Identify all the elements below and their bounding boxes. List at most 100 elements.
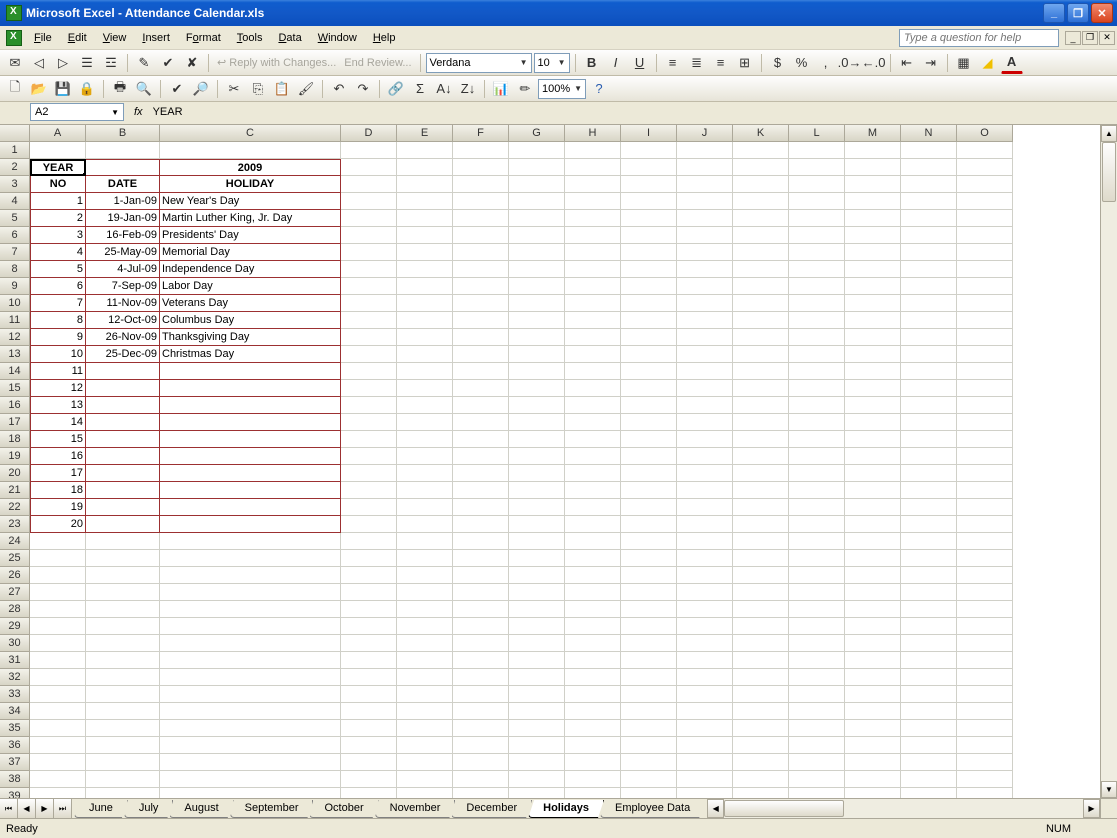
cell-L25[interactable]	[789, 550, 845, 567]
menu-insert[interactable]: Insert	[134, 29, 178, 47]
cell-B8[interactable]: 4-Jul-09	[86, 261, 160, 278]
cell-I18[interactable]	[621, 431, 677, 448]
cell-O24[interactable]	[957, 533, 1013, 550]
cell-K19[interactable]	[733, 448, 789, 465]
cell-O7[interactable]	[957, 244, 1013, 261]
cell-A31[interactable]	[30, 652, 86, 669]
cell-D39[interactable]	[341, 788, 397, 798]
cell-A12[interactable]: 9	[30, 329, 86, 346]
cell-H1[interactable]	[565, 142, 621, 159]
cell-B18[interactable]	[86, 431, 160, 448]
cell-O29[interactable]	[957, 618, 1013, 635]
cell-M21[interactable]	[845, 482, 901, 499]
cell-M26[interactable]	[845, 567, 901, 584]
cell-J31[interactable]	[677, 652, 733, 669]
cell-A23[interactable]: 20	[30, 516, 86, 533]
cell-H6[interactable]	[565, 227, 621, 244]
cell-A13[interactable]: 10	[30, 346, 86, 363]
cell-J12[interactable]	[677, 329, 733, 346]
cell-N6[interactable]	[901, 227, 957, 244]
cell-D36[interactable]	[341, 737, 397, 754]
cell-F38[interactable]	[453, 771, 509, 788]
cell-J23[interactable]	[677, 516, 733, 533]
row-header-24[interactable]: 24	[0, 533, 30, 550]
cell-I5[interactable]	[621, 210, 677, 227]
cell-J26[interactable]	[677, 567, 733, 584]
open-file-icon[interactable]: 📂	[28, 78, 50, 100]
cell-I37[interactable]	[621, 754, 677, 771]
cell-N30[interactable]	[901, 635, 957, 652]
cell-H22[interactable]	[565, 499, 621, 516]
cell-A11[interactable]: 8	[30, 312, 86, 329]
align-center-button[interactable]: ≣	[686, 52, 708, 74]
cell-G36[interactable]	[509, 737, 565, 754]
cell-K25[interactable]	[733, 550, 789, 567]
cell-E25[interactable]	[397, 550, 453, 567]
cell-D25[interactable]	[341, 550, 397, 567]
cell-C3[interactable]: HOLIDAY	[160, 176, 341, 193]
cell-N33[interactable]	[901, 686, 957, 703]
cell-L11[interactable]	[789, 312, 845, 329]
cell-K9[interactable]	[733, 278, 789, 295]
cell-J39[interactable]	[677, 788, 733, 798]
cell-L30[interactable]	[789, 635, 845, 652]
cell-H25[interactable]	[565, 550, 621, 567]
cell-K14[interactable]	[733, 363, 789, 380]
prev-comment-icon[interactable]: ◁	[28, 52, 50, 74]
cell-K31[interactable]	[733, 652, 789, 669]
cell-L1[interactable]	[789, 142, 845, 159]
cell-O32[interactable]	[957, 669, 1013, 686]
cell-N5[interactable]	[901, 210, 957, 227]
align-left-button[interactable]: ≡	[662, 52, 684, 74]
underline-button[interactable]: U	[629, 52, 651, 74]
cell-I14[interactable]	[621, 363, 677, 380]
cell-C30[interactable]	[160, 635, 341, 652]
cell-I19[interactable]	[621, 448, 677, 465]
cell-F7[interactable]	[453, 244, 509, 261]
cell-F29[interactable]	[453, 618, 509, 635]
cell-D2[interactable]	[341, 159, 397, 176]
cell-O18[interactable]	[957, 431, 1013, 448]
cell-A7[interactable]: 4	[30, 244, 86, 261]
cell-H23[interactable]	[565, 516, 621, 533]
cell-B28[interactable]	[86, 601, 160, 618]
column-header-B[interactable]: B	[86, 125, 160, 142]
row-header-17[interactable]: 17	[0, 414, 30, 431]
cell-B35[interactable]	[86, 720, 160, 737]
cell-F6[interactable]	[453, 227, 509, 244]
cell-J17[interactable]	[677, 414, 733, 431]
cell-H30[interactable]	[565, 635, 621, 652]
cell-A27[interactable]	[30, 584, 86, 601]
menu-file[interactable]: File	[26, 29, 60, 47]
cell-J3[interactable]	[677, 176, 733, 193]
cell-H17[interactable]	[565, 414, 621, 431]
row-header-35[interactable]: 35	[0, 720, 30, 737]
cell-M22[interactable]	[845, 499, 901, 516]
cell-D24[interactable]	[341, 533, 397, 550]
cell-F17[interactable]	[453, 414, 509, 431]
cell-H28[interactable]	[565, 601, 621, 618]
cell-K8[interactable]	[733, 261, 789, 278]
cell-O36[interactable]	[957, 737, 1013, 754]
sheet-tab-employee data[interactable]: Employee Data	[600, 800, 701, 818]
cell-G27[interactable]	[509, 584, 565, 601]
cell-N4[interactable]	[901, 193, 957, 210]
column-header-F[interactable]: F	[453, 125, 509, 142]
cell-H33[interactable]	[565, 686, 621, 703]
cell-C23[interactable]	[160, 516, 341, 533]
cell-L17[interactable]	[789, 414, 845, 431]
cell-A19[interactable]: 16	[30, 448, 86, 465]
sheet-tab-july[interactable]: July	[124, 800, 174, 818]
cell-K16[interactable]	[733, 397, 789, 414]
percent-button[interactable]: %	[791, 52, 813, 74]
cell-E4[interactable]	[397, 193, 453, 210]
cell-I10[interactable]	[621, 295, 677, 312]
cell-D15[interactable]	[341, 380, 397, 397]
cell-D3[interactable]	[341, 176, 397, 193]
row-header-25[interactable]: 25	[0, 550, 30, 567]
cell-I22[interactable]	[621, 499, 677, 516]
cell-C32[interactable]	[160, 669, 341, 686]
cell-G7[interactable]	[509, 244, 565, 261]
cell-D10[interactable]	[341, 295, 397, 312]
cell-D7[interactable]	[341, 244, 397, 261]
